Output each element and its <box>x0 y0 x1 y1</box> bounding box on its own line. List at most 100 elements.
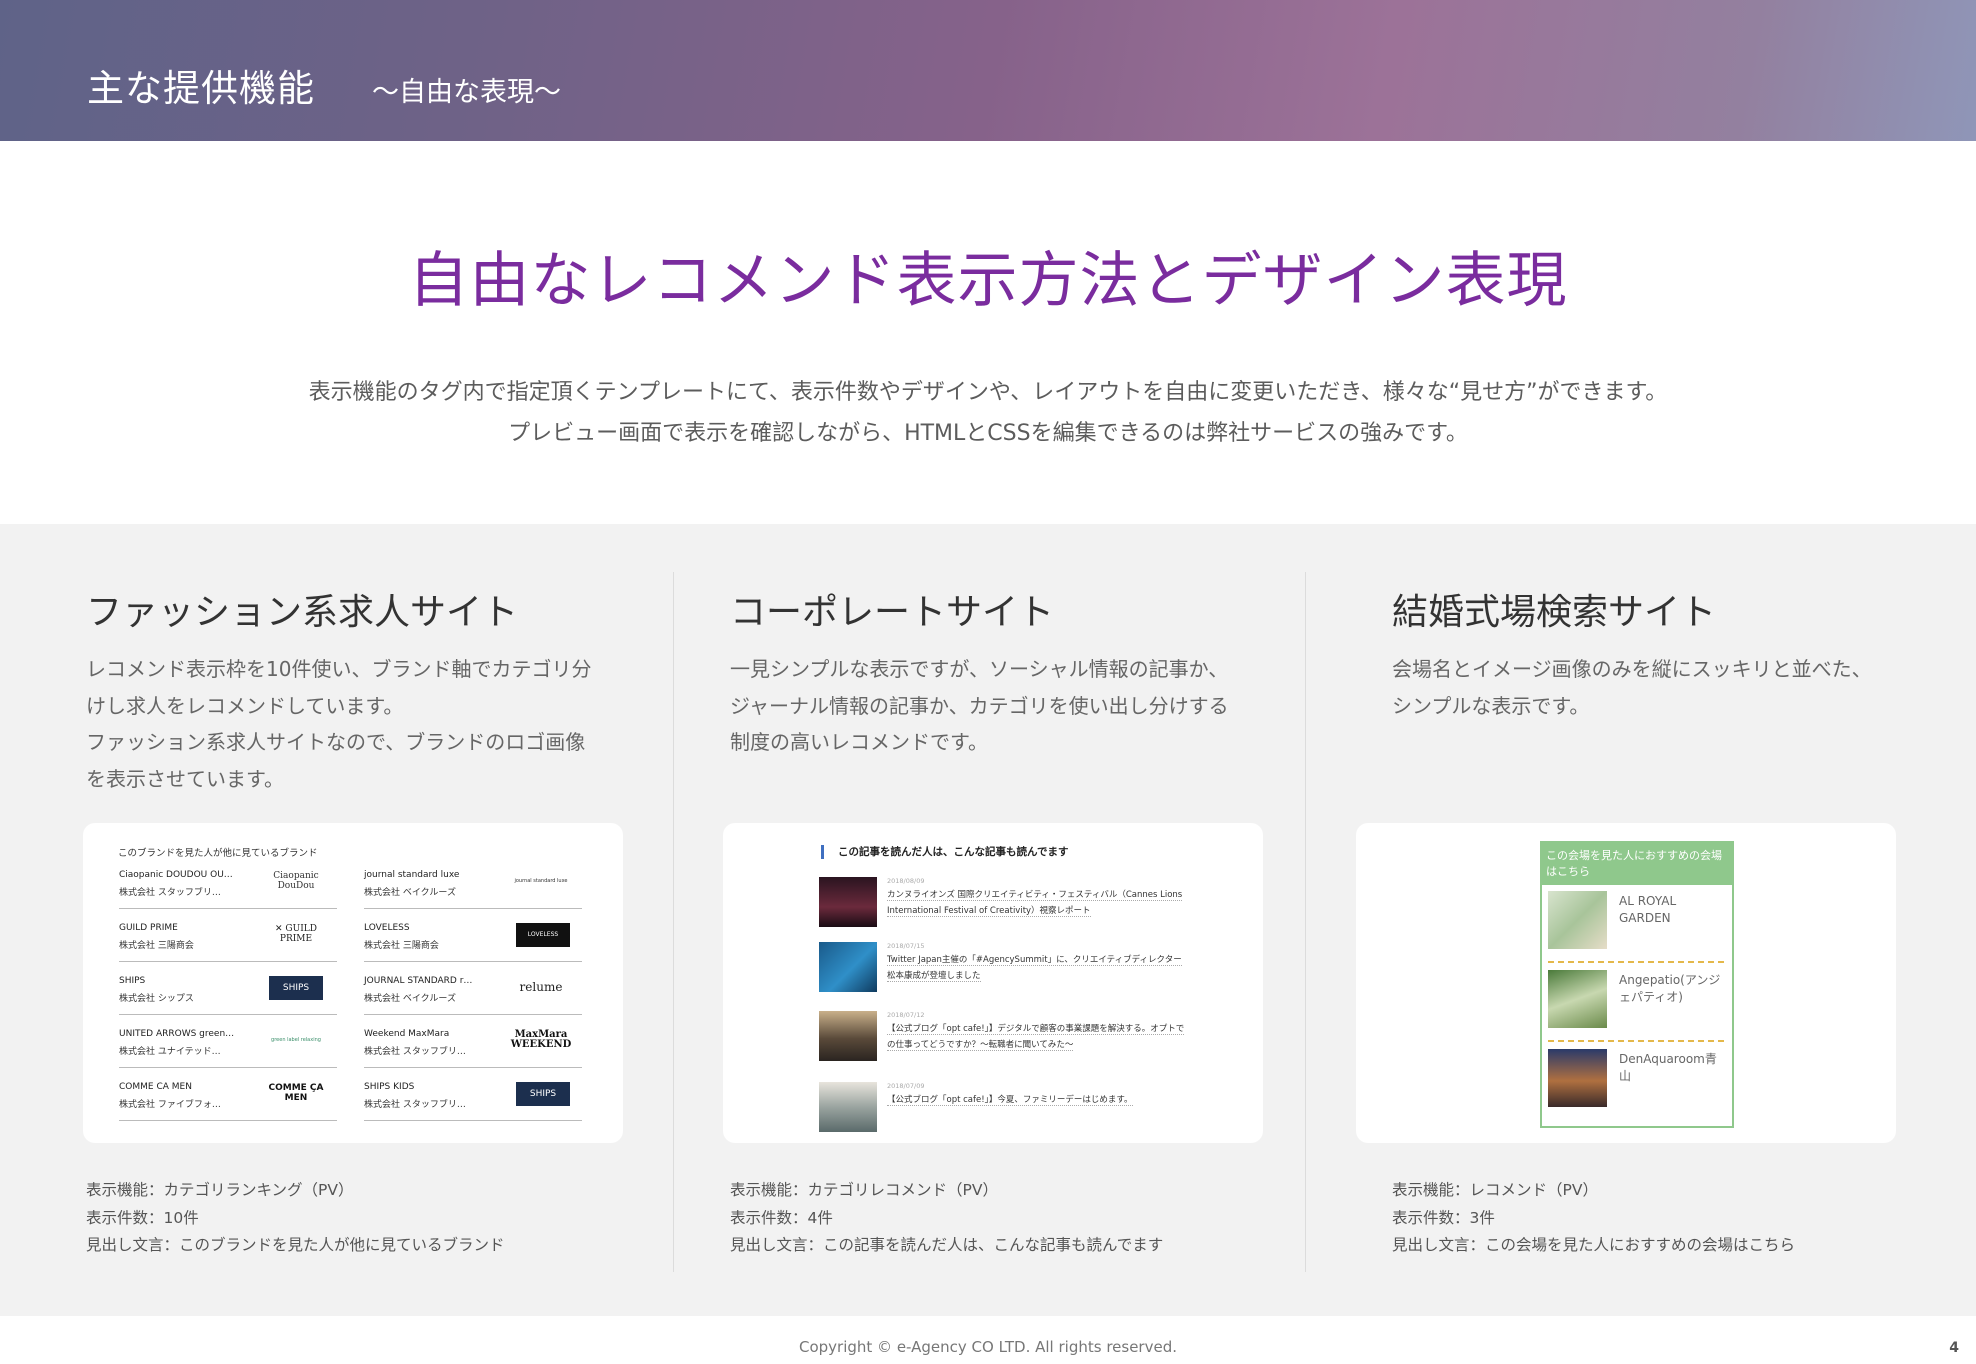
venue-name: AL ROYAL GARDEN <box>1619 894 1677 925</box>
brand-company: 株式会社 シップス <box>119 994 194 1004</box>
brand-company: 株式会社 スタッフブリ… <box>119 888 221 898</box>
brand-item[interactable]: SHIPS 株式会社 シップス SHIPS <box>119 962 337 1015</box>
fashion-preview-card: このブランドを見た人が他に見ているブランド Ciaopanic DOUDOU O… <box>83 823 623 1143</box>
wedding-meta: 表示機能：レコメンド（PV） 表示件数：3件 見出し文言：この会場を見た人におす… <box>1392 1177 1795 1260</box>
hero-description: 表示機能のタグ内で指定頂くテンプレートにて、表示件数やデザインや、レイアウトを自… <box>0 372 1976 454</box>
brand-company: 株式会社 スタッフブリ… <box>364 1047 466 1057</box>
brand-item[interactable]: journal standard luxe 株式会社 ベイクルーズ journa… <box>364 856 582 909</box>
venue-item[interactable]: Angepatio(アンジェパティオ) <box>1548 964 1724 1042</box>
wedding-title: 結婚式場検索サイト <box>1392 592 1717 633</box>
brand-name: journal standard luxe <box>364 870 460 880</box>
article-item[interactable]: 2018/08/09 カンヌライオンズ 国際クリエイティビティ・フェスティバル（… <box>819 877 1183 931</box>
venue-thumbnail <box>1548 1049 1607 1107</box>
meta-line: 表示機能：レコメンド（PV） <box>1392 1181 1598 1199</box>
desc-line: ファッション系求人サイトなので、ブランドのロゴ画像 <box>86 730 586 754</box>
venue-name: Angepatio(アンジェパティオ) <box>1619 973 1721 1004</box>
brand-logo: LOVELESS <box>516 923 570 947</box>
meta-line: 表示件数：3件 <box>1392 1208 1495 1227</box>
article-title: Twitter Japan主催の「#AgencySummit」に、クリエイティブ… <box>887 952 1187 984</box>
corporate-preview-card: この記事を読んだ人は、こんな記事も読んでます 2018/08/09 カンヌライオ… <box>723 823 1263 1143</box>
article-title-text: 【公式ブログ「opt cafe!」】今夏、ファミリーデーはじめます。 <box>887 1095 1133 1106</box>
brand-company: 株式会社 ファイブフォ… <box>119 1100 221 1110</box>
column-divider <box>1305 572 1306 1272</box>
page-number: 4 <box>1949 1340 1959 1356</box>
article-item[interactable]: 2018/07/15 Twitter Japan主催の「#AgencySummi… <box>819 942 1182 996</box>
wedding-description: 会場名とイメージ画像のみを縦にスッキリと並べた、 シンプルな表示です。 <box>1392 651 1872 724</box>
article-thumbnail <box>819 942 877 992</box>
brand-logo: SHIPS <box>269 976 323 1000</box>
article-date: 2018/08/09 <box>887 877 925 885</box>
meta-line: 表示件数：10件 <box>86 1208 199 1227</box>
brand-logo: COMME ÇA MEN <box>268 1083 324 1103</box>
article-date: 2018/07/09 <box>887 1082 925 1090</box>
brand-logo: ✕ GUILD PRIME <box>275 924 317 944</box>
article-thumbnail <box>819 1011 877 1061</box>
desc-line: けし求人をレコメンドしています。 <box>86 693 404 718</box>
brand-name: GUILD PRIME <box>119 923 178 933</box>
venue-name: DenAquaroom青山 <box>1619 1052 1717 1083</box>
brand-item[interactable]: UNITED ARROWS green… 株式会社 ユナイテッド… green … <box>119 1015 337 1068</box>
brand-item[interactable]: LOVELESS 株式会社 三陽商会 LOVELESS <box>364 909 582 962</box>
brand-name: LOVELESS <box>364 923 410 933</box>
article-date: 2018/07/12 <box>887 1011 925 1019</box>
brand-company: 株式会社 ベイクルーズ <box>364 888 456 898</box>
brand-item[interactable]: Weekend MaxMara 株式会社 スタッフブリ… MaxMara WEE… <box>364 1015 582 1068</box>
corporate-title: コーポレートサイト <box>730 592 1055 633</box>
meta-line: 見出し文言：このブランドを見た人が他に見ているブランド <box>86 1236 505 1254</box>
corporate-widget-heading: この記事を読んだ人は、こんな記事も読んでます <box>821 845 1068 859</box>
brand-item[interactable]: SHIPS KIDS 株式会社 スタッフブリ… SHIPS <box>364 1068 582 1121</box>
brand-logo: Ciaopanic DouDou <box>273 871 319 891</box>
brand-logo: journal standard luxe <box>514 878 568 884</box>
copyright: Copyright © e-Agency CO LTD. All rights … <box>798 1338 1177 1356</box>
brand-item[interactable]: Ciaopanic DOUDOU OU… 株式会社 スタッフブリ… Ciaopa… <box>119 856 337 909</box>
meta-line: 表示機能：カテゴリレコメンド（PV） <box>730 1181 998 1199</box>
article-title: カンヌライオンズ 国際クリエイティビティ・フェスティバル（Cannes Lion… <box>887 887 1187 919</box>
brand-name: COMME CA MEN <box>119 1082 192 1092</box>
column-divider <box>673 572 674 1272</box>
desc-line: を表示させています。 <box>86 766 284 791</box>
brand-item[interactable]: JOURNAL STANDARD r… 株式会社 ベイクルーズ relume <box>364 962 582 1015</box>
brand-logo: SHIPS <box>516 1082 570 1106</box>
brand-name: Weekend MaxMara <box>364 1029 450 1039</box>
article-item[interactable]: 2018/07/09 【公式ブログ「opt cafe!」】今夏、ファミリーデーは… <box>819 1082 1133 1136</box>
meta-line: 表示機能：カテゴリランキング（PV） <box>86 1181 354 1199</box>
fashion-title: ファッション系求人サイト <box>86 592 519 633</box>
brand-name: UNITED ARROWS green… <box>119 1029 235 1039</box>
brand-item[interactable]: GUILD PRIME 株式会社 三陽商会 ✕ GUILD PRIME <box>119 909 337 962</box>
article-item[interactable]: 2018/07/12 【公式ブログ「opt cafe!」】デジタルで顧客の事業課… <box>819 1011 1185 1065</box>
brand-company: 株式会社 三陽商会 <box>119 941 194 951</box>
meta-line: 見出し文言：この会場を見た人におすすめの会場はこちら <box>1392 1236 1796 1254</box>
fashion-description: レコメンド表示枠を10件使い、ブランド軸でカテゴリ分 けし求人をレコメンドしてい… <box>86 651 591 797</box>
desc-line: 会場名とイメージ画像のみを縦にスッキリと並べた、 <box>1392 657 1872 681</box>
brand-name: SHIPS <box>119 976 146 986</box>
article-title-text: Twitter Japan主催の「#AgencySummit」に、クリエイティブ… <box>887 955 1182 982</box>
brand-name: SHIPS KIDS <box>364 1082 415 1092</box>
brand-item[interactable]: COMME CA MEN 株式会社 ファイブフォ… COMME ÇA MEN <box>119 1068 337 1121</box>
desc-line: シンプルな表示です。 <box>1392 693 1590 718</box>
brand-logo: green label relaxing <box>271 1037 321 1043</box>
article-thumbnail <box>819 1082 877 1132</box>
brand-company: 株式会社 ユナイテッド… <box>119 1047 221 1057</box>
article-date: 2018/07/15 <box>887 942 925 950</box>
article-title-text: カンヌライオンズ 国際クリエイティビティ・フェスティバル（Cannes Lion… <box>887 890 1183 917</box>
meta-line: 表示件数：4件 <box>730 1208 833 1227</box>
section-subtitle: ～自由な表現～ <box>372 77 561 108</box>
wedding-widget-heading: この会場を見た人におすすめの会場はこちら <box>1542 843 1732 885</box>
desc-line: レコメンド表示枠を10件使い、ブランド軸でカテゴリ分 <box>86 657 592 681</box>
section-title: 主な提供機能 <box>87 67 315 110</box>
venue-item[interactable]: DenAquaroom青山 <box>1548 1043 1724 1119</box>
brand-logo: MaxMara WEEKEND <box>510 1029 572 1050</box>
venue-thumbnail <box>1548 970 1607 1028</box>
article-title: 【公式ブログ「opt cafe!」】デジタルで顧客の事業課題を解決する。オプトで… <box>887 1021 1187 1053</box>
venue-item[interactable]: AL ROYAL GARDEN <box>1548 885 1724 963</box>
wedding-preview-card: この会場を見た人におすすめの会場はこちら AL ROYAL GARDEN Ang… <box>1356 823 1896 1143</box>
corporate-meta: 表示機能：カテゴリレコメンド（PV） 表示件数：4件 見出し文言：この記事を読ん… <box>730 1177 1163 1260</box>
wedding-widget: この会場を見た人におすすめの会場はこちら AL ROYAL GARDEN Ang… <box>1540 841 1734 1128</box>
article-thumbnail <box>819 877 877 927</box>
hero-line-2: プレビュー画面で表示を確認しながら、HTMLとCSSを編集できるのは弊社サービス… <box>508 421 1468 446</box>
desc-line: ジャーナル情報の記事か、カテゴリを使い出し分けする <box>730 693 1229 718</box>
hero-title: 自由なレコメンド表示方法とデザイン表現 <box>408 246 1568 316</box>
fashion-meta: 表示機能：カテゴリランキング（PV） 表示件数：10件 見出し文言：このブランド… <box>86 1177 505 1260</box>
brand-name: JOURNAL STANDARD r… <box>364 976 473 986</box>
hero-line-1: 表示機能のタグ内で指定頂くテンプレートにて、表示件数やデザインや、レイアウトを自… <box>308 380 1668 405</box>
